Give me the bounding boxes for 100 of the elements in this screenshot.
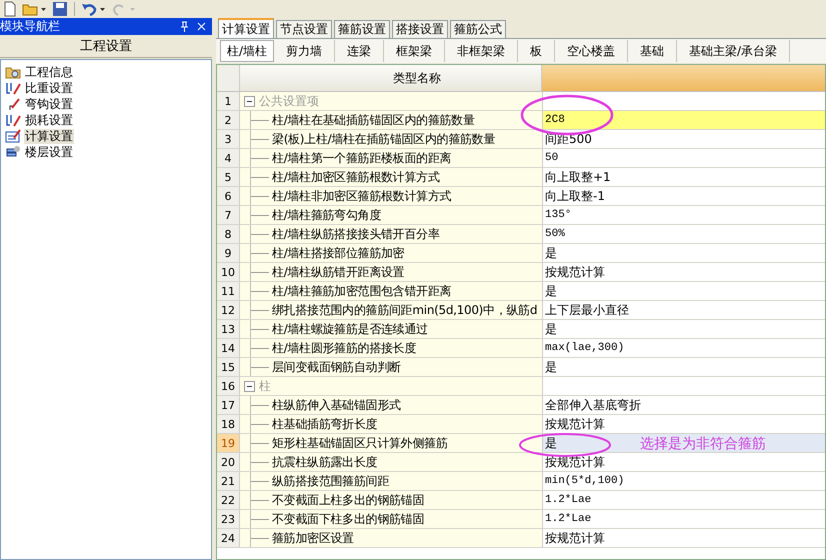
setting-name: 层间变截面钢筋自动判断 xyxy=(272,358,401,376)
subtab[interactable]: 板 xyxy=(518,40,556,62)
row-number: 9 xyxy=(217,244,240,262)
setting-value[interactable]: 50 xyxy=(543,149,825,167)
row-number: 16 xyxy=(217,377,240,395)
tree-connector xyxy=(248,282,272,300)
nav-item[interactable]: 楼层设置 xyxy=(24,144,74,160)
column-header: 类型名称 xyxy=(240,65,542,91)
setting-value[interactable]: 是 xyxy=(543,244,825,262)
row-number: 22 xyxy=(217,491,240,509)
row-number: 3 xyxy=(217,130,240,148)
setting-value[interactable]: 上下层最小直径 xyxy=(543,301,825,319)
row-number: 8 xyxy=(217,225,240,243)
nav-item[interactable]: 工程信息 xyxy=(24,64,74,80)
tree-connector xyxy=(248,206,272,224)
setting-value[interactable]: 按规范计算 xyxy=(543,453,825,471)
rebar-icon xyxy=(5,113,21,127)
row-number: 2 xyxy=(217,111,240,129)
row-number: 24 xyxy=(217,529,240,547)
setting-value[interactable]: 是 xyxy=(543,320,825,338)
setting-name: 柱/墙柱纵筋错开距离设置 xyxy=(272,264,404,280)
row-number: 5 xyxy=(217,168,240,186)
tree-connector xyxy=(248,491,272,509)
row-number: 19 xyxy=(217,434,240,452)
row-number: 12 xyxy=(217,301,240,319)
setting-value[interactable]: 按规范计算 xyxy=(543,263,825,281)
collapse-icon[interactable] xyxy=(244,380,255,392)
rebar-icon xyxy=(5,81,21,95)
setting-value[interactable]: 向上取整+1 xyxy=(543,168,825,186)
tree-connector xyxy=(248,434,272,452)
collapse-icon[interactable] xyxy=(244,96,255,106)
row-number: 17 xyxy=(217,396,240,414)
setting-value[interactable]: 135° xyxy=(543,206,825,224)
nav-item[interactable]: 计算设置 xyxy=(24,128,74,144)
setting-name: 绑扎搭接范围内的箍筋间距min(5d,100)中，纵筋d xyxy=(272,302,538,318)
setting-value[interactable]: 全部伸入基底弯折 xyxy=(543,396,825,414)
setting-name: 矩形柱基础锚固区只计算外侧箍筋 xyxy=(272,434,448,452)
tree-connector xyxy=(248,510,272,528)
subtab[interactable]: 剪力墙 xyxy=(274,40,336,62)
setting-name: 纵筋搭接范围箍筋间距 xyxy=(272,472,390,490)
setting-name: 柱/墙柱纵筋搭接接头错开百分率 xyxy=(272,226,440,242)
subtab[interactable]: 连梁 xyxy=(335,40,384,62)
row-number: 7 xyxy=(217,206,240,224)
tree-connector xyxy=(248,472,272,490)
tree-connector xyxy=(248,339,272,357)
setting-value[interactable]: 1.2*Lae xyxy=(543,510,825,528)
subtab[interactable]: 基础主梁/承台梁 xyxy=(677,40,790,62)
setting-name: 柱/墙柱搭接部位箍筋加密 xyxy=(272,244,404,262)
row-number: 10 xyxy=(217,263,240,281)
setting-name: 柱/墙柱箍筋加密范围包含错开距离 xyxy=(272,282,452,300)
tab[interactable]: 箍筋设置 xyxy=(334,20,390,38)
tree-connector xyxy=(248,396,272,414)
floors-icon xyxy=(5,145,21,159)
setting-name: 不变截面下柱多出的钢筋锚固 xyxy=(272,510,424,528)
setting-value[interactable]: 2C8 xyxy=(543,111,825,129)
save-icon[interactable] xyxy=(52,1,68,17)
setting-name: 柱/墙柱在基础插筋锚固区内的箍筋数量 xyxy=(272,112,475,128)
setting-value[interactable]: 50% xyxy=(543,225,825,243)
setting-name: 抗震柱纵筋露出长度 xyxy=(272,454,378,470)
setting-value[interactable]: min(5*d,100) xyxy=(543,472,825,490)
nav-item[interactable]: 弯钩设置 xyxy=(24,96,74,112)
tab[interactable]: 计算设置 xyxy=(218,18,274,38)
row-number: 13 xyxy=(217,320,240,338)
subtab[interactable]: 基础 xyxy=(628,40,678,62)
tree-connector xyxy=(248,415,272,433)
setting-value[interactable]: 1.2*Lae xyxy=(543,491,825,509)
row-number: 11 xyxy=(217,282,240,300)
tree-connector xyxy=(248,453,272,471)
setting-value[interactable]: 向上取整-1 xyxy=(543,187,825,205)
tree-connector xyxy=(248,301,272,319)
pin-icon[interactable] xyxy=(180,21,189,32)
undo-icon[interactable] xyxy=(81,1,107,17)
subtab[interactable]: 非框架梁 xyxy=(445,40,518,62)
tree-connector xyxy=(248,244,272,262)
setting-value[interactable]: 按规范计算 xyxy=(543,415,825,433)
subtab[interactable]: 柱/墙柱 xyxy=(220,40,274,62)
group-label: 柱 xyxy=(259,378,271,394)
setting-value[interactable]: 是 xyxy=(543,358,825,376)
setting-name: 箍筋加密区设置 xyxy=(272,530,354,546)
setting-value[interactable]: max(lae,300) xyxy=(543,339,825,357)
tree-connector xyxy=(248,529,272,547)
spreadsheet-icon xyxy=(5,129,21,143)
tab[interactable]: 搭接设置 xyxy=(392,20,448,38)
setting-value[interactable]: 按规范计算 xyxy=(543,529,825,547)
nav-item[interactable]: 损耗设置 xyxy=(24,112,74,128)
setting-name: 柱/墙柱加密区箍筋根数计算方式 xyxy=(272,168,440,186)
subtab[interactable]: 空心楼盖 xyxy=(555,40,628,62)
nav-item[interactable]: 比重设置 xyxy=(24,80,74,96)
subtab[interactable]: 框架梁 xyxy=(384,40,446,62)
setting-value[interactable]: 是 xyxy=(543,282,825,300)
row-number: 4 xyxy=(217,149,240,167)
tree-connector xyxy=(248,320,272,338)
tab[interactable]: 箍筋公式 xyxy=(450,20,506,38)
tree-connector xyxy=(248,358,272,376)
tab[interactable]: 节点设置 xyxy=(276,20,332,38)
close-icon[interactable] xyxy=(197,22,206,31)
setting-name: 柱/墙柱第一个箍筋距楼板面的距离 xyxy=(272,150,452,166)
row-number: 23 xyxy=(217,510,240,528)
panel-title: 模块导航栏 xyxy=(0,18,60,35)
tree-connector xyxy=(248,111,272,129)
